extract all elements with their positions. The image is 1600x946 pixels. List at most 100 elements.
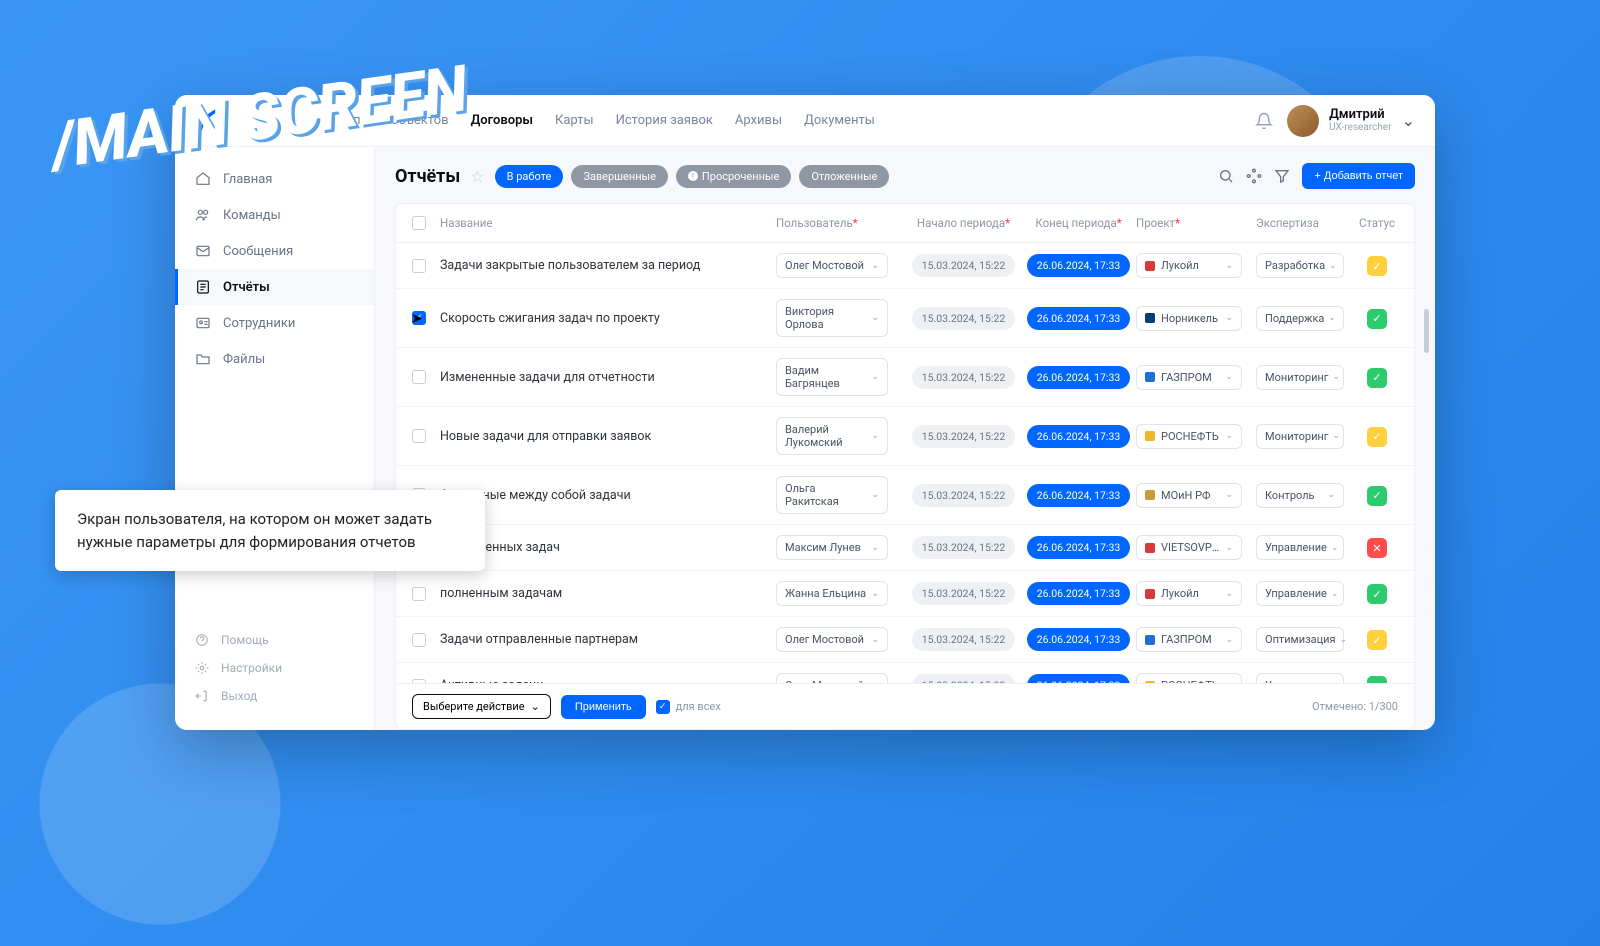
table-row: Связанные между собой задачи Ольга Ракит…	[396, 466, 1414, 525]
settings-icon[interactable]	[1246, 168, 1262, 184]
top-nav: порта объектов Договоры Карты История заяво…	[353, 113, 875, 128]
nav-link[interactable]: Документы	[804, 113, 875, 128]
project-select[interactable]: Норникель⌄	[1136, 306, 1242, 331]
user-select[interactable]: Ольга Ракитская⌄	[776, 476, 888, 514]
report-name: Активные задачи	[440, 678, 543, 683]
user-select[interactable]: Олег Мостовой⌄	[776, 627, 888, 652]
status-badge: ✓	[1367, 309, 1387, 329]
project-select[interactable]: VIETSOVPETRO⌄	[1136, 535, 1242, 560]
end-date[interactable]: 26.06.2024, 17:33	[1027, 582, 1131, 605]
nav-link[interactable]: История заявок	[616, 113, 713, 128]
nav-link[interactable]: Карты	[555, 113, 594, 128]
expertise-select[interactable]: Контроль⌄	[1256, 483, 1344, 508]
start-date[interactable]: 15.03.2024, 15:22	[912, 484, 1016, 507]
user-select[interactable]: Вадим Багрянцев⌄	[776, 358, 888, 396]
status-badge: ✕	[1367, 538, 1387, 558]
sidebar-item-label: Выход	[221, 689, 257, 703]
start-date[interactable]: 15.03.2024, 15:22	[912, 628, 1016, 651]
expertise-select[interactable]: Разработка⌄	[1256, 253, 1344, 278]
sidebar-item-report[interactable]: Отчёты	[175, 269, 374, 305]
nav-link[interactable]: порта объектов	[353, 113, 449, 128]
filter-chip[interactable]: В работе	[495, 165, 564, 188]
user-select[interactable]: Валерий Лукомский⌄	[776, 417, 888, 455]
user-select[interactable]: Олег Мостовой⌄	[776, 673, 888, 683]
start-date[interactable]: 15.03.2024, 15:22	[912, 366, 1016, 389]
user-menu[interactable]: Дмитрий UX-researcher ⌄	[1287, 105, 1415, 137]
filter-chip[interactable]: !Просроченные	[676, 165, 791, 188]
end-date[interactable]: 26.06.2024, 17:33	[1027, 307, 1131, 330]
scrollbar[interactable]	[1424, 309, 1429, 353]
start-date[interactable]: 15.03.2024, 15:22	[912, 582, 1016, 605]
end-date[interactable]: 26.06.2024, 17:33	[1027, 366, 1131, 389]
filter-icon[interactable]	[1274, 168, 1290, 184]
end-date[interactable]: 26.06.2024, 17:33	[1027, 254, 1131, 277]
expertise-select[interactable]: Управление⌄	[1256, 535, 1344, 560]
report-name: Измененные задачи для отчетности	[440, 370, 655, 385]
project-select[interactable]: ГАЗПРОМ⌄	[1136, 627, 1242, 652]
row-checkbox[interactable]	[412, 587, 426, 601]
start-date[interactable]: 15.03.2024, 15:22	[912, 425, 1016, 448]
project-select[interactable]: Лукойл⌄	[1136, 581, 1242, 606]
status-badge: ✓	[1367, 256, 1387, 276]
expertise-select[interactable]: Мониторинг⌄	[1256, 365, 1344, 390]
start-date[interactable]: 15.03.2024, 15:22	[912, 674, 1016, 683]
expertise-select[interactable]: Оптимизация⌄	[1256, 627, 1344, 652]
end-date[interactable]: 26.06.2024, 17:33	[1027, 628, 1131, 651]
end-date[interactable]: 26.06.2024, 17:33	[1027, 536, 1131, 559]
end-date[interactable]: 26.06.2024, 17:33	[1027, 425, 1131, 448]
select-all-checkbox[interactable]	[412, 216, 426, 230]
add-report-button[interactable]: + Добавить отчет	[1302, 163, 1415, 189]
expertise-select[interactable]: Управление⌄	[1256, 581, 1344, 606]
star-icon[interactable]: ☆	[470, 167, 484, 186]
table-row: выполненных задач Максим Лунев⌄ 15.03.20…	[396, 525, 1414, 571]
end-date[interactable]: 26.06.2024, 17:33	[1027, 484, 1131, 507]
filter-chip[interactable]: Отложенные	[799, 165, 889, 188]
row-checkbox[interactable]	[412, 370, 426, 384]
apply-button[interactable]: Применить	[561, 695, 646, 719]
user-select[interactable]: Олег Мостовой⌄	[776, 253, 888, 278]
bulk-action-select[interactable]: Выберите действие⌄	[412, 694, 551, 719]
project-select[interactable]: РОСНЕФТЬ⌄	[1136, 673, 1242, 683]
row-checkbox[interactable]	[412, 633, 426, 647]
start-date[interactable]: 15.03.2024, 15:22	[912, 307, 1016, 330]
sidebar-item-mail[interactable]: Сообщения	[175, 233, 374, 269]
user-select[interactable]: Максим Лунев⌄	[776, 535, 888, 560]
project-select[interactable]: ГАЗПРОМ⌄	[1136, 365, 1242, 390]
row-checkbox[interactable]: ✓	[412, 311, 426, 325]
user-select[interactable]: Виктория Орлова⌄	[776, 299, 888, 337]
start-date[interactable]: 15.03.2024, 15:22	[912, 254, 1016, 277]
sidebar-item-home[interactable]: Главная	[175, 161, 374, 197]
status-badge: ✓	[1367, 676, 1387, 683]
sidebar-item-users[interactable]: Команды	[175, 197, 374, 233]
nav-link[interactable]: Договоры	[471, 113, 533, 128]
sidebar-item-folder[interactable]: Файлы	[175, 341, 374, 377]
sidebar-item-gear[interactable]: Настройки	[175, 654, 374, 682]
end-date[interactable]: 26.06.2024, 17:33	[1027, 674, 1131, 683]
project-select[interactable]: МОиН РФ⌄	[1136, 483, 1242, 508]
report-name: Задачи закрытые пользователем за период	[440, 258, 700, 273]
sidebar-item-id[interactable]: Сотрудники	[175, 305, 374, 341]
for-all-checkbox[interactable]: ✓ для всех	[656, 700, 721, 714]
row-checkbox[interactable]	[412, 259, 426, 273]
project-select[interactable]: РОСНЕФТЬ⌄	[1136, 424, 1242, 449]
filter-chip[interactable]: Завершенные	[571, 165, 668, 188]
sidebar-item-help[interactable]: Помощь	[175, 626, 374, 654]
app-header: порта объектов Договоры Карты История заяво…	[175, 95, 1435, 147]
expertise-select[interactable]: Поддержка⌄	[1256, 306, 1344, 331]
notifications-icon[interactable]	[1255, 112, 1273, 130]
project-select[interactable]: Лукойл⌄	[1136, 253, 1242, 278]
id-icon	[195, 315, 211, 331]
expertise-select[interactable]: Мониторинг⌄	[1256, 424, 1344, 449]
table-row: полненным задачам Жанна Ельцина⌄ 15.03.2…	[396, 571, 1414, 617]
row-checkbox[interactable]	[412, 679, 426, 684]
user-select[interactable]: Жанна Ельцина⌄	[776, 581, 888, 606]
sidebar: Главная КомандыСообщенияОтчётыСотрудникиФ…	[175, 147, 375, 730]
search-icon[interactable]	[1218, 168, 1234, 184]
sidebar-item-exit[interactable]: Выход	[175, 682, 374, 710]
start-date[interactable]: 15.03.2024, 15:22	[912, 536, 1016, 559]
nav-link[interactable]: Архивы	[735, 113, 782, 128]
sidebar-item-label: Главная	[223, 172, 272, 187]
row-checkbox[interactable]	[412, 429, 426, 443]
home-icon	[195, 171, 211, 187]
expertise-select[interactable]: Управление⌄	[1256, 673, 1344, 683]
